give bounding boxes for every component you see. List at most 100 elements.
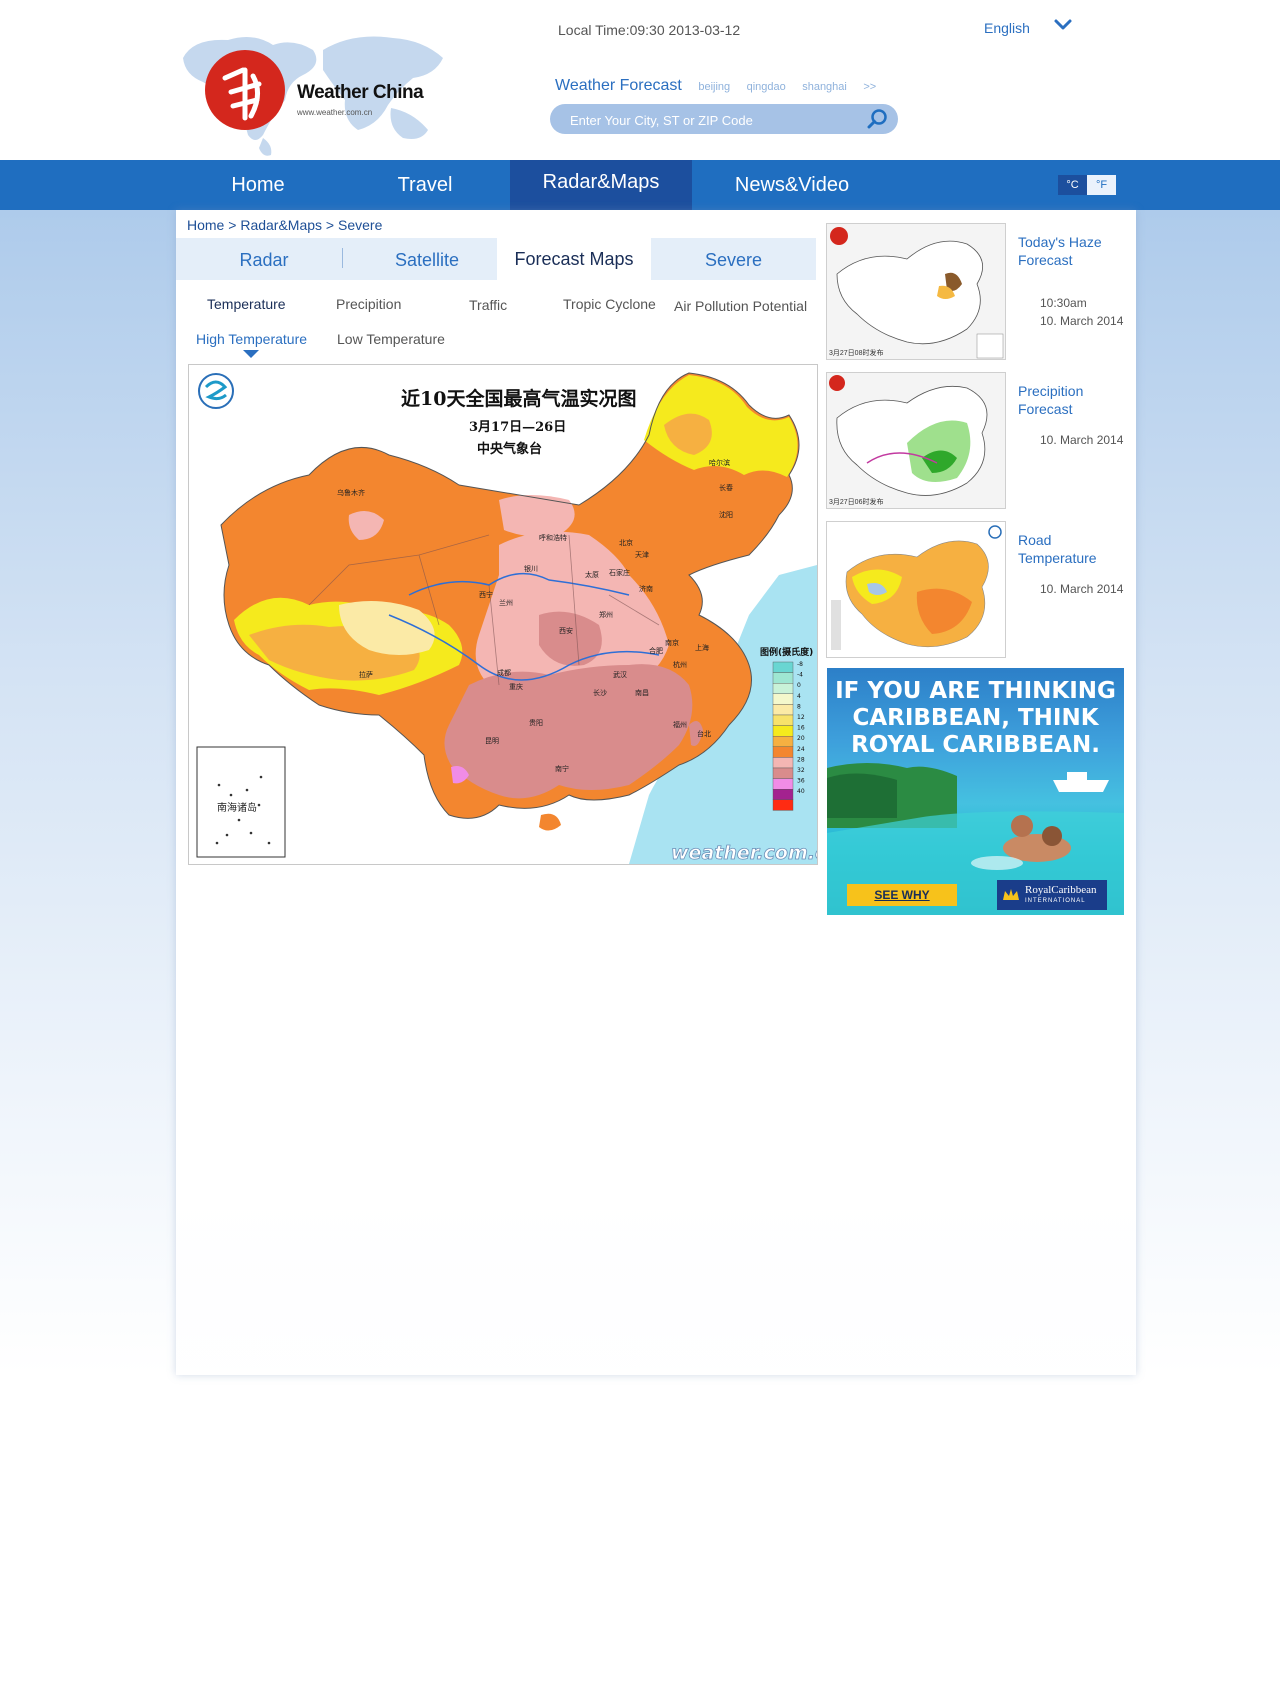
legend-swatch: [772, 778, 794, 790]
search-icon[interactable]: [866, 108, 890, 130]
thumb-caption: 3月27日06时发布: [829, 499, 884, 506]
city-label: 长春: [719, 483, 733, 492]
inset-island: [259, 775, 263, 779]
legend-swatch: [772, 746, 794, 758]
more-cities-link[interactable]: >>: [863, 81, 876, 93]
nav-news-video[interactable]: News&Video: [692, 160, 892, 210]
breadcrumb-home[interactable]: Home: [187, 217, 224, 233]
quick-city-link[interactable]: qingdao: [747, 81, 786, 93]
legend-label: 8: [797, 703, 801, 710]
map-hainan: [539, 813, 561, 831]
inset-island: [257, 803, 261, 807]
site-logo[interactable]: Weather China www.weather.com.cn: [173, 20, 448, 160]
legend-swatch: [772, 683, 794, 695]
city-label: 贵阳: [529, 718, 543, 727]
road-temperature-thumbnail[interactable]: [826, 521, 1006, 658]
inset-label: 南海诸岛: [217, 801, 257, 814]
header: Weather China www.weather.com.cn Local T…: [0, 0, 1280, 160]
haze-forecast-thumbnail[interactable]: 3月27日08时发布: [826, 223, 1006, 360]
royal-caribbean-ad[interactable]: IF YOU ARE THINKING CARIBBEAN, THINK ROY…: [827, 668, 1124, 915]
logo-text: Weather China: [297, 82, 424, 103]
city-label: 太原: [585, 570, 599, 579]
breadcrumb-radar-maps[interactable]: Radar&Maps: [240, 217, 322, 233]
inset-island: [225, 833, 229, 837]
inset-island: [237, 818, 241, 822]
breadcrumb-severe[interactable]: Severe: [338, 217, 382, 233]
city-label: 南京: [665, 638, 679, 647]
legend-label: 32: [797, 767, 805, 774]
tab-divider: [342, 248, 343, 268]
fahrenheit-button[interactable]: °F: [1087, 175, 1116, 195]
cma-logo-icon: [198, 373, 234, 409]
subtab-precipition[interactable]: Precipition: [336, 296, 401, 312]
breadcrumb-separator: >: [228, 217, 241, 233]
legend-swatch: [772, 799, 794, 811]
temperature-map[interactable]: 南海诸岛 近10天全国最高气温实况图 3月17日—26日 中央气象台 图例(摄氏…: [188, 364, 818, 865]
subtab-air-pollution[interactable]: Air Pollution Potential: [674, 298, 807, 314]
ad-brand-sub: INTERNATIONAL: [1025, 898, 1086, 904]
haze-forecast-title[interactable]: Today's Haze Forecast: [1018, 233, 1133, 269]
weather-forecast-label: Weather Forecast: [555, 77, 682, 94]
road-temperature-map-thumb: [827, 522, 1005, 657]
city-label: 合肥: [649, 646, 663, 655]
city-label: 上海: [695, 643, 709, 652]
crown-anchor-icon: [1003, 889, 1019, 900]
quick-city-link[interactable]: shanghai: [802, 81, 847, 93]
temperature-map-graphic: 南海诸岛 近10天全国最高气温实况图 3月17日—26日 中央气象台 图例(摄氏…: [196, 372, 817, 864]
tab-radar[interactable]: Radar: [176, 238, 352, 280]
legend-label: 0: [797, 682, 801, 689]
city-label: 福州: [673, 720, 687, 729]
ad-see-why-button[interactable]: SEE WHY: [847, 884, 957, 906]
city-label: 长沙: [593, 688, 607, 697]
breadcrumb-separator: >: [325, 217, 338, 233]
haze-map-thumb: [827, 224, 1005, 359]
nav-home[interactable]: Home: [176, 160, 340, 210]
quick-city-link[interactable]: beijing: [698, 81, 730, 93]
city-label: 天津: [635, 551, 649, 559]
ad-brand-name: RoyalCaribbean: [1025, 884, 1097, 896]
celsius-button[interactable]: °C: [1058, 175, 1087, 195]
map-legend: -8 -4 0 4 8 12 16 20 24 28 32 36 40: [772, 661, 805, 811]
subtab-temperature[interactable]: Temperature: [207, 296, 286, 312]
search-box: [550, 104, 898, 134]
legend-swatch: [772, 672, 794, 684]
legend-label: 40: [797, 788, 805, 795]
subtab-tropic-cyclone[interactable]: Tropic Cyclone: [563, 296, 656, 312]
precipition-forecast-title[interactable]: Precipition Forecast: [1018, 382, 1133, 418]
city-label: 郑州: [599, 611, 613, 619]
tab-forecast-maps[interactable]: Forecast Maps: [497, 238, 651, 280]
subtab-high-temperature[interactable]: High Temperature: [196, 331, 307, 347]
legend-title: 图例(摄氏度): [760, 646, 813, 658]
legend-label: 24: [797, 746, 805, 753]
legend-label: -4: [797, 672, 803, 679]
tab-satellite[interactable]: Satellite: [342, 238, 512, 280]
legend-swatch: [772, 736, 794, 748]
unit-toggle: °C °F: [1058, 175, 1116, 195]
city-label: 西安: [559, 626, 573, 635]
nav-radar-maps[interactable]: Radar&Maps: [510, 160, 692, 210]
precipition-forecast-thumbnail[interactable]: 3月27日06时发布: [826, 372, 1006, 509]
legend-swatch: [772, 789, 794, 801]
chevron-down-icon[interactable]: [1053, 16, 1073, 34]
map-title: 近10天全国最高气温实况图: [401, 387, 636, 410]
language-selector[interactable]: English: [984, 20, 1030, 36]
legend-swatch: [772, 704, 794, 716]
subtab-traffic[interactable]: Traffic: [469, 297, 507, 313]
map-tabs: Radar Satellite Forecast Maps Severe: [176, 238, 816, 280]
nav-travel[interactable]: Travel: [340, 160, 510, 210]
city-label: 兰州: [499, 598, 513, 607]
city-label: 台北: [697, 729, 711, 738]
city-label: 银川: [524, 564, 538, 573]
sidebar-item-haze: 3月27日08时发布 Today's Haze Forecast 10:30am…: [826, 223, 1126, 361]
city-label: 成都: [497, 668, 511, 677]
city-label: 南宁: [555, 764, 569, 773]
active-subtab-indicator: [243, 350, 259, 358]
precipition-forecast-date: 10. March 2014: [1040, 433, 1124, 447]
subtab-low-temperature[interactable]: Low Temperature: [337, 331, 445, 347]
road-temperature-title[interactable]: Road Temperature: [1018, 531, 1133, 567]
tab-severe[interactable]: Severe: [651, 238, 816, 280]
city-label: 石家庄: [609, 568, 630, 577]
ad-headline: IF YOU ARE THINKING CARIBBEAN, THINK ROY…: [835, 678, 1116, 758]
precipition-map-thumb: [827, 373, 1005, 508]
search-input[interactable]: [568, 109, 852, 131]
